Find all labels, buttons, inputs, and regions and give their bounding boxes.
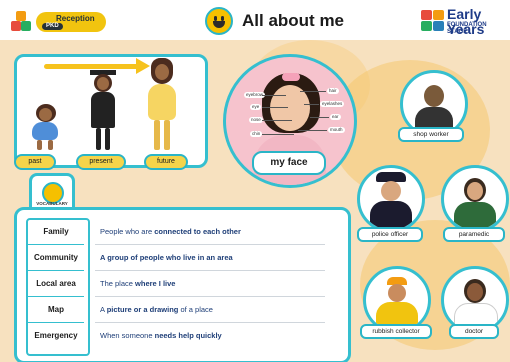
term-divider [28, 296, 84, 297]
face-pointer-line [298, 130, 327, 131]
timeline-arrow [44, 64, 144, 69]
face-label-chin: chin [250, 131, 263, 137]
row-divider [95, 296, 325, 297]
vocab-term-local-area: Local area [36, 279, 76, 288]
vocab-term-map: Map [48, 305, 64, 314]
smiley-icon [205, 7, 233, 35]
paramedic-photo [441, 165, 509, 233]
vocabulary-tab-label: VOCABULARY [36, 201, 68, 206]
graduate-illustration [88, 70, 118, 152]
timeline-label-future: future [144, 154, 188, 170]
eyfs-logo: Early Years FOUNDATION STAGE [421, 7, 503, 37]
vocab-term-family: Family [43, 227, 69, 236]
row-divider [95, 244, 325, 245]
year-group-label: Reception [56, 14, 95, 23]
vocab-term-community: Community [34, 253, 78, 262]
face-pointer-line [262, 107, 288, 108]
adult-illustration [146, 58, 178, 152]
role-label-shop-worker: shop worker [398, 127, 464, 142]
face-pointer-line [300, 91, 326, 92]
face-label-hair: hair [327, 88, 339, 94]
blocks-icon [11, 11, 37, 31]
term-divider [28, 244, 84, 245]
year-group-badge: Reception PKD [36, 12, 106, 32]
face-pointer-line [262, 120, 292, 121]
row-divider [95, 322, 325, 323]
face-pointer-line [262, 95, 286, 96]
vocab-definition-local-area: The place where I live [100, 279, 176, 288]
page-title-group: All about me [205, 7, 345, 35]
role-label-police-officer: police officer [357, 227, 423, 242]
timeline-label-past: past [14, 154, 56, 170]
vocabulary-tab: VOCABULARY [29, 173, 75, 210]
face-label-eyelashes: eyelashes [320, 101, 345, 107]
police-officer-photo [357, 165, 425, 233]
page-title: All about me [242, 11, 345, 30]
face-label-mouth: mouth [328, 127, 345, 133]
vocab-definition-community: A group of people who live in an area [100, 253, 233, 262]
face-label-ear: ear [330, 114, 341, 120]
row-divider [95, 270, 325, 271]
header-bar: Reception PKD All about me Early Years F… [0, 0, 510, 40]
logo-sub-text: FOUNDATION STAGE [447, 22, 487, 35]
role-label-paramedic: paramedic [443, 227, 505, 242]
vocab-definition-family: People who are connected to each other [100, 227, 241, 236]
timeline-label-present: present [76, 154, 126, 170]
role-label-doctor: doctor [449, 324, 499, 339]
face-label-nose: nose [249, 117, 263, 123]
face-pointer-line [310, 117, 329, 118]
child-illustration [28, 104, 62, 152]
blocks-logo-icon [421, 10, 445, 32]
vocab-term-emergency: Emergency [34, 331, 78, 340]
vocab-definition-map: A picture or a drawing of a place [100, 305, 213, 314]
face-pointer-line [304, 104, 319, 105]
face-label-eye: eye [250, 104, 262, 110]
face-caption: my face [252, 151, 326, 175]
worksheet-page: Reception PKD All about me Early Years F… [0, 0, 510, 362]
term-divider [28, 270, 84, 271]
face-pointer-line [262, 134, 294, 135]
role-label-rubbish-collector: rubbish collector [360, 324, 432, 339]
term-divider [28, 322, 84, 323]
vocab-definition-emergency: When someone needs help quickly [100, 331, 222, 340]
year-group-sub: PKD [42, 23, 63, 30]
